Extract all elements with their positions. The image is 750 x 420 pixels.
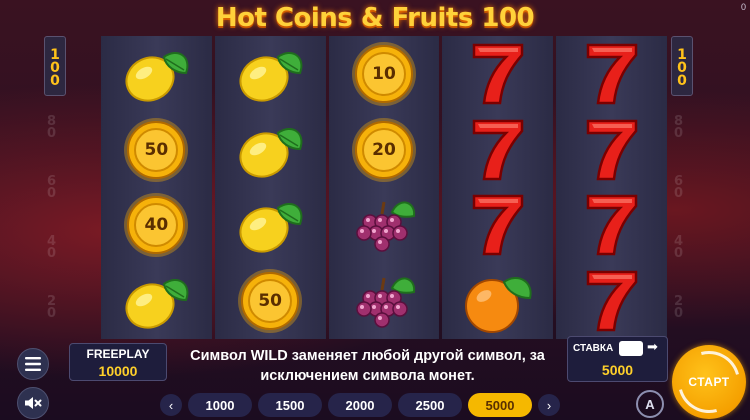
reel-column xyxy=(442,36,554,339)
menu-icon xyxy=(25,357,41,371)
active-lines-badge: 100 xyxy=(671,36,693,96)
reels-grid: 50 40 50 10 20 xyxy=(101,36,667,339)
start-label: СТАРТ xyxy=(688,375,730,389)
stake-label: СТАВКА xyxy=(573,343,614,354)
stake-panel: СТАВКА ➡ 5000 xyxy=(567,336,668,382)
seven-symbol xyxy=(557,37,667,111)
sound-off-icon xyxy=(25,397,42,409)
info-message: Символ WILD заменяет любой другой символ… xyxy=(190,348,545,384)
bet-option[interactable]: 1500 xyxy=(258,393,322,417)
game-title: Hot Coins & Fruits 100 xyxy=(215,3,535,33)
seven-symbol xyxy=(443,113,553,187)
line-marker: 60 xyxy=(671,174,686,198)
bet-prev-button[interactable]: ‹ xyxy=(160,394,182,416)
line-marker: 40 xyxy=(671,234,686,258)
lemon-symbol xyxy=(215,37,325,111)
coin-value: 50 xyxy=(144,139,169,160)
seven-symbol xyxy=(443,188,553,262)
bet-option[interactable]: 2500 xyxy=(398,393,462,417)
coin-symbol: 10 xyxy=(329,37,439,111)
seven-symbol xyxy=(557,188,667,262)
reel-column: 50 40 xyxy=(101,36,212,339)
seven-symbol xyxy=(443,37,553,111)
coin-value: 10 xyxy=(372,63,396,84)
coin-value: 40 xyxy=(144,215,169,236)
lemon-symbol xyxy=(215,188,325,262)
freeplay-label: FREEPLAY xyxy=(86,347,150,361)
autoplay-button[interactable]: A xyxy=(636,390,664,418)
coin-symbol: 20 xyxy=(329,113,439,187)
coin-value: 50 xyxy=(258,291,283,312)
paylines-indicator-right: 100 80 60 40 20 xyxy=(671,36,693,336)
coin-symbol: 40 xyxy=(101,188,211,262)
menu-button[interactable] xyxy=(17,348,49,380)
lemon-symbol xyxy=(101,37,211,111)
stake-value: 5000 xyxy=(601,362,634,378)
seven-symbol xyxy=(557,264,667,338)
active-lines-badge: 100 xyxy=(44,36,66,96)
lemon-symbol xyxy=(215,113,325,187)
stake-arrow-icon[interactable]: ➡ xyxy=(647,339,658,355)
bet-option[interactable]: 1000 xyxy=(188,393,252,417)
coin-symbol: 50 xyxy=(215,264,325,338)
freeplay-value: 10000 xyxy=(98,363,138,379)
start-button[interactable]: СТАРТ xyxy=(666,339,750,420)
coin-value: 20 xyxy=(372,139,396,160)
reel-column: 10 20 xyxy=(328,36,440,339)
bet-option[interactable]: 2000 xyxy=(328,393,392,417)
bet-option-selected[interactable]: 5000 xyxy=(468,393,532,417)
reel-column xyxy=(556,36,667,339)
line-marker: 20 xyxy=(671,294,686,318)
grapes-symbol xyxy=(329,188,439,262)
paylines-indicator-left: 100 80 60 40 20 xyxy=(44,36,66,336)
line-marker: 60 xyxy=(44,174,59,198)
corner-counter: 0 xyxy=(740,2,746,12)
line-marker: 80 xyxy=(44,114,59,138)
orange-symbol xyxy=(443,264,553,338)
lemon-symbol xyxy=(101,264,211,338)
line-marker: 80 xyxy=(671,114,686,138)
sound-button[interactable] xyxy=(17,387,49,419)
line-marker: 20 xyxy=(44,294,59,318)
reel-column: 50 xyxy=(214,36,326,339)
stake-toggle[interactable] xyxy=(619,341,643,356)
freeplay-balance: FREEPLAY 10000 xyxy=(69,343,167,381)
bet-next-button[interactable]: › xyxy=(538,394,560,416)
coin-symbol: 50 xyxy=(101,113,211,187)
bet-selector: ‹ 1000 1500 2000 2500 5000 › xyxy=(160,392,560,418)
line-marker: 40 xyxy=(44,234,59,258)
seven-symbol xyxy=(557,113,667,187)
grapes-symbol xyxy=(329,264,439,338)
